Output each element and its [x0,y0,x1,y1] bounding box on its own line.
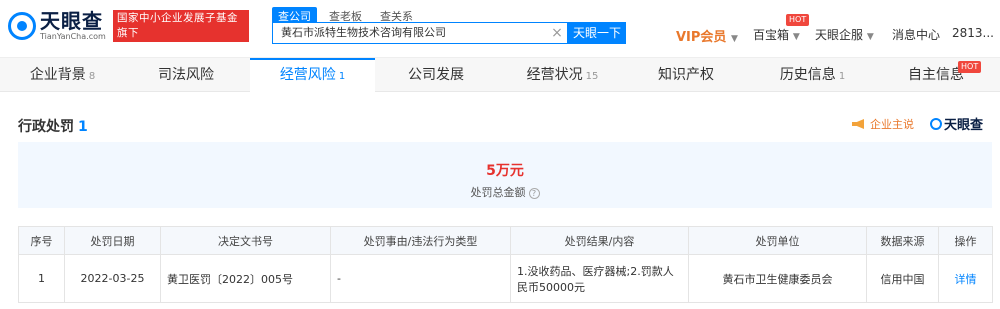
table-row: 1 2022-03-25 黄卫医罚〔2022〕005号 - 1.没收药品、医疗器… [18,254,993,303]
column-header: 序号 [18,226,65,255]
row-index: 1 [18,254,65,303]
column-header: 操作 [938,226,993,255]
enterprise-service-link[interactable]: 天眼企服 ▼ [815,26,874,43]
penalty-unit: 黄石市卫生健康委员会 [688,254,867,303]
decision-doc-number: 黄卫医罚〔2022〕005号 [160,254,331,303]
tab-self-info[interactable]: 自主信息 [875,58,1000,92]
logo-domain: TianYanCha.com [40,32,106,41]
penalty-summary: 5万元 处罚总金额? [18,142,992,208]
chevron-down-icon: ▼ [730,34,738,44]
badge-line-2: 官方备案企业征信机构 [117,42,227,54]
tab-intellectual-property[interactable]: 知识产权 [625,58,750,92]
column-header: 处罚日期 [64,226,161,255]
data-source: 信用中国 [866,254,939,303]
column-header: 处罚结果/内容 [510,226,689,255]
tab-judicial-risk[interactable]: 司法风险 [125,58,250,92]
tab-business-status[interactable]: 经营状况 15 [500,58,625,92]
clear-icon[interactable]: × [550,24,564,42]
search-button[interactable]: 天眼一下 [568,22,626,44]
penalty-total-label: 处罚总金额? [18,184,992,200]
user-menu[interactable]: 2813... [952,26,994,40]
tab-company-development[interactable]: 公司发展 [375,58,500,92]
penalty-reason: - [330,254,511,303]
column-header: 处罚单位 [688,226,867,255]
site-logo[interactable]: 天眼查 TianYanCha.com [8,10,106,42]
vip-link[interactable]: VIP会员 ▼ [676,26,738,45]
chevron-down-icon: ▼ [792,32,800,42]
search-input[interactable]: 黄石市派特生物技术咨询有限公司 [272,22,568,44]
table-header-row: 序号 处罚日期 决定文书号 处罚事由/违法行为类型 处罚结果/内容 处罚单位 数… [18,226,993,255]
message-center-link[interactable]: 消息中心 [892,26,940,43]
tab-history-info[interactable]: 历史信息 1 [750,58,875,92]
section-count: 1 [78,119,88,135]
promo-link[interactable]: 企业主说 [852,116,914,132]
megaphone-icon [852,119,864,129]
column-header: 数据来源 [866,226,939,255]
logo-eye-icon [930,117,942,130]
brand-mark: 天眼查 [930,114,983,133]
column-header: 决定文书号 [160,226,331,255]
tab-enterprise-background[interactable]: 企业背景 8 [0,58,125,92]
detail-link[interactable]: 详情 [938,254,993,303]
chevron-down-icon: ▼ [866,32,874,42]
baibaoxiang-link[interactable]: 百宝箱 ▼ [753,26,800,43]
section-title: 行政处罚 1 [18,119,88,135]
logo-eye-icon [8,12,36,40]
hot-badge: HOT [786,14,810,26]
column-header: 处罚事由/违法行为类型 [330,226,511,255]
hot-badge: HOT [958,61,982,73]
penalty-table: 序号 处罚日期 决定文书号 处罚事由/违法行为类型 处罚结果/内容 处罚单位 数… [18,226,993,303]
official-badge: 国家中小企业发展子基金旗下 官方备案企业征信机构 [113,10,249,54]
top-header: 天眼查 TianYanCha.com 国家中小企业发展子基金旗下 官方备案企业征… [0,0,1000,58]
penalty-date: 2022-03-25 [64,254,161,303]
section-tabbar: 企业背景 8 司法风险 经营风险 1 公司发展 经营状况 15 知识产权 历史信息 1 … [0,58,1000,92]
badge-line-1: 国家中小企业发展子基金旗下 [117,12,238,39]
tab-business-risk[interactable]: 经营风险 1 [250,58,375,92]
penalty-total-amount: 5万元 [486,163,524,179]
penalty-result: 1.没收药品、医疗器械;2.罚款人民币50000元 [510,254,689,303]
logo-title: 天眼查 [40,9,103,33]
help-icon[interactable]: ? [528,187,540,199]
